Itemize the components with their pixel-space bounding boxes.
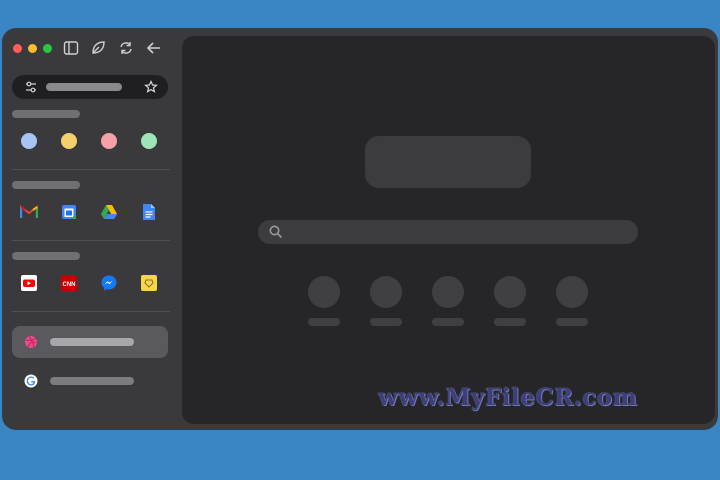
url-text-placeholder: [46, 83, 122, 91]
google-icon: [24, 374, 38, 388]
dribbble-icon: [25, 336, 37, 348]
shortcut-icon: [308, 276, 340, 308]
google-docs-icon[interactable]: [140, 203, 158, 221]
shortcut-tile[interactable]: [304, 276, 344, 326]
notes-icon[interactable]: [140, 274, 158, 292]
shortcut-icon: [556, 276, 588, 308]
space-2-icon[interactable]: [60, 132, 78, 150]
space-1-icon[interactable]: [20, 132, 38, 150]
space-dot: [21, 133, 37, 149]
url-bar[interactable]: [12, 75, 168, 99]
watermark-text: www.MyFileCR.com: [378, 384, 638, 411]
shortcut-tile[interactable]: [428, 276, 468, 326]
space-dot: [101, 133, 117, 149]
browser-window: CNN: [2, 28, 718, 430]
tab-item-dribbble[interactable]: [12, 326, 168, 358]
shortcut-label: [556, 318, 588, 326]
search-icon: [269, 225, 283, 239]
shortcut-icon: [494, 276, 526, 308]
refresh-icon[interactable]: [117, 39, 135, 57]
tab-title-placeholder: [50, 338, 134, 346]
shortcut-tile[interactable]: [552, 276, 592, 326]
leaf-icon[interactable]: [89, 39, 107, 57]
youtube-icon[interactable]: [20, 274, 38, 292]
divider: [12, 311, 170, 312]
google-calendar-icon[interactable]: [60, 203, 78, 221]
google-drive-icon[interactable]: [100, 203, 118, 221]
new-tab-page: [182, 36, 715, 424]
section-label-pinned-1: [12, 181, 80, 189]
shortcut-tile[interactable]: [490, 276, 530, 326]
shortcut-label: [308, 318, 340, 326]
shortcut-icon: [432, 276, 464, 308]
divider: [12, 169, 170, 170]
search-input[interactable]: [258, 220, 638, 244]
sidebar-toggle-icon[interactable]: [62, 39, 80, 57]
space-3-icon[interactable]: [100, 132, 118, 150]
logo-placeholder: [365, 136, 531, 188]
messenger-icon[interactable]: [100, 274, 118, 292]
maximize-button[interactable]: [43, 44, 52, 53]
minimize-button[interactable]: [28, 44, 37, 53]
space-dot: [141, 133, 157, 149]
svg-text:CNN: CNN: [63, 282, 76, 288]
shortcut-label: [370, 318, 402, 326]
gmail-icon[interactable]: [20, 203, 38, 221]
space-dot: [61, 133, 77, 149]
shortcut-label: [432, 318, 464, 326]
sidebar: CNN: [2, 28, 180, 430]
shortcut-icon: [370, 276, 402, 308]
shortcut-tile[interactable]: [366, 276, 406, 326]
shortcut-label: [494, 318, 526, 326]
star-icon[interactable]: [144, 80, 158, 94]
back-arrow-icon[interactable]: [145, 39, 163, 57]
close-button[interactable]: [13, 44, 22, 53]
section-label-spaces: [12, 110, 80, 118]
sliders-icon[interactable]: [24, 80, 38, 94]
section-label-pinned-2: [12, 252, 80, 260]
tab-title-placeholder: [50, 377, 134, 385]
divider: [12, 240, 170, 241]
space-4-icon[interactable]: [140, 132, 158, 150]
cnn-icon[interactable]: CNN: [60, 274, 78, 292]
tab-item-google[interactable]: [12, 365, 168, 397]
